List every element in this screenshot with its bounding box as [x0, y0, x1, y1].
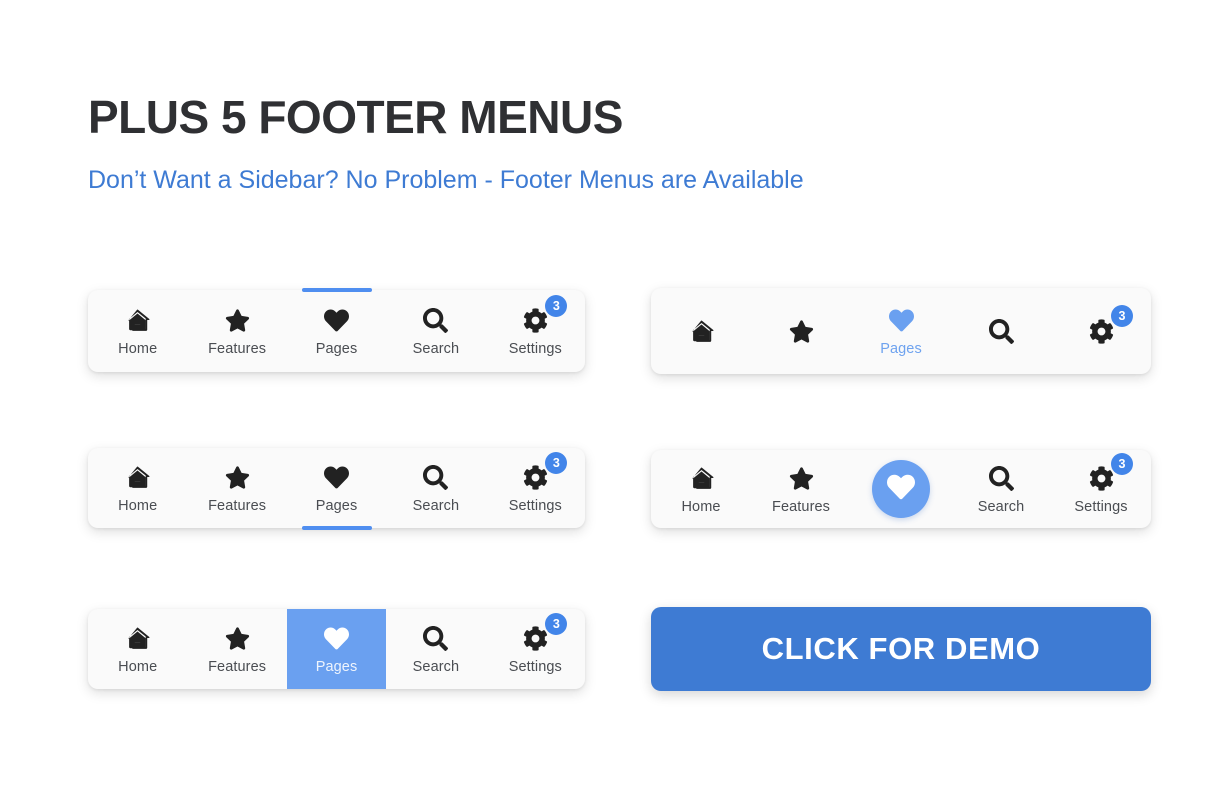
heart-icon: [322, 306, 352, 336]
footer-menu-item-pages[interactable]: Pages: [286, 609, 387, 689]
footer-menu-item-label: Features: [771, 498, 831, 515]
home-icon: [686, 316, 716, 346]
notification-badge: 3: [1111, 452, 1133, 475]
footer-menu-item-pages[interactable]: Pages: [851, 288, 951, 374]
notification-badge: 3: [545, 294, 568, 317]
footer-menu-item-label: Settings: [508, 497, 562, 514]
page-root: PLUS 5 FOOTER MENUS Don’t Want a Sidebar…: [0, 0, 1232, 798]
active-indicator-bar: [301, 526, 372, 530]
home-icon: [686, 464, 716, 494]
star-icon: [222, 624, 252, 654]
search-icon: [421, 306, 451, 336]
footer-menu-item-label: Search: [412, 497, 460, 514]
footer-menu-bottom-indicator: Home Features Pages Search 3 Settings: [88, 448, 585, 530]
footer-menu-item-home[interactable]: Home: [88, 448, 187, 528]
footer-menu-item-label: Features: [208, 658, 267, 675]
footer-menu-item-settings[interactable]: 3 Settings: [1051, 450, 1151, 528]
footer-menu-item-label: Search: [977, 498, 1025, 515]
heart-icon: [322, 463, 352, 493]
home-icon: [123, 306, 153, 336]
footer-menu-item-features[interactable]: Features: [187, 609, 286, 689]
search-icon: [986, 464, 1016, 494]
footer-menu-active-label-only: Pages 3: [651, 288, 1151, 374]
notification-badge: 3: [545, 451, 568, 474]
footer-menu-item-settings[interactable]: 3 Settings: [486, 448, 585, 528]
footer-menu-item-label: Pages: [315, 658, 358, 675]
footer-menu-item-features[interactable]: Features: [187, 290, 286, 372]
search-icon: [421, 463, 451, 493]
footer-menu-item-label: Settings: [1074, 498, 1128, 515]
star-icon: [222, 306, 252, 336]
page-subtitle: Don’t Want a Sidebar? No Problem - Foote…: [88, 166, 804, 194]
footer-menu-item-pages[interactable]: 3: [1051, 288, 1151, 374]
star-icon: [222, 463, 252, 493]
footer-menu-item-home[interactable]: Home: [88, 290, 187, 372]
footer-menu-item-label: Home: [681, 498, 721, 515]
footer-menu-item-home[interactable]: Home: [651, 450, 751, 528]
page-title: PLUS 5 FOOTER MENUS: [88, 91, 623, 143]
footer-menu-item-label: Settings: [508, 340, 562, 357]
notification-badge: 3: [1111, 305, 1133, 327]
footer-menu-item-label: Pages: [880, 340, 922, 357]
home-icon: [123, 624, 153, 654]
footer-menu-item-features[interactable]: Features: [187, 448, 286, 528]
footer-menu-item-label: Pages: [315, 340, 358, 357]
footer-menu-item-label: Features: [208, 497, 267, 514]
gear-icon: 3: [520, 612, 568, 654]
footer-menu-item-settings[interactable]: 3 Settings: [486, 609, 585, 689]
heart-icon: [322, 624, 352, 654]
footer-menu-item-search[interactable]: Search: [951, 450, 1051, 528]
click-for-demo-button[interactable]: CLICK FOR DEMO: [651, 607, 1151, 691]
footer-menu-item-search[interactable]: Search: [386, 290, 485, 372]
footer-menu-item-label: Search: [412, 340, 460, 357]
active-indicator-bar: [301, 288, 372, 292]
star-icon: [786, 316, 816, 346]
footer-menu-item-pages[interactable]: [851, 450, 951, 528]
notification-badge: 3: [545, 612, 568, 635]
gear-icon: 3: [520, 294, 568, 336]
gear-icon: 3: [520, 451, 568, 493]
footer-menu-top-indicator: Home Features Pages Search 3 Settings: [88, 288, 585, 372]
footer-menu-item-home[interactable]: Home: [88, 609, 187, 689]
active-circle-button[interactable]: [872, 460, 930, 518]
footer-menu-item-label: Pages: [315, 497, 358, 514]
footer-menu-item-label: Home: [118, 340, 158, 357]
footer-menu-item-label: Home: [118, 497, 158, 514]
footer-menu-item-label: Home: [118, 658, 158, 675]
footer-menu-item-settings[interactable]: 3 Settings: [486, 290, 585, 372]
star-icon: [786, 464, 816, 494]
footer-menu-item-pages[interactable]: Pages: [287, 288, 386, 372]
footer-menu-item-pages[interactable]: Pages: [287, 448, 386, 530]
search-icon: [986, 316, 1016, 346]
footer-menu-item-pages[interactable]: [951, 288, 1051, 374]
gear-icon: 3: [1086, 305, 1133, 346]
footer-menu-item-label: Features: [208, 340, 267, 357]
footer-menu-item-search[interactable]: Search: [386, 609, 485, 689]
heart-icon: [886, 306, 916, 336]
gear-icon: 3: [1086, 452, 1133, 494]
footer-menu-block-highlight: Home Features Pages Search 3 Settings: [88, 609, 585, 689]
footer-menu-item-features[interactable]: Features: [751, 450, 851, 528]
footer-menu-item-label: Search: [412, 658, 460, 675]
footer-menu-item-pages[interactable]: [751, 288, 851, 374]
home-icon: [123, 463, 153, 493]
footer-menu-item-search[interactable]: Search: [386, 448, 485, 528]
heart-icon: [886, 473, 915, 506]
search-icon: [421, 624, 451, 654]
footer-menu-item-label: Settings: [508, 658, 562, 675]
footer-menu-circle-highlight: Home Features Search 3 Settings: [651, 450, 1151, 528]
footer-menu-item-pages[interactable]: [651, 288, 751, 374]
